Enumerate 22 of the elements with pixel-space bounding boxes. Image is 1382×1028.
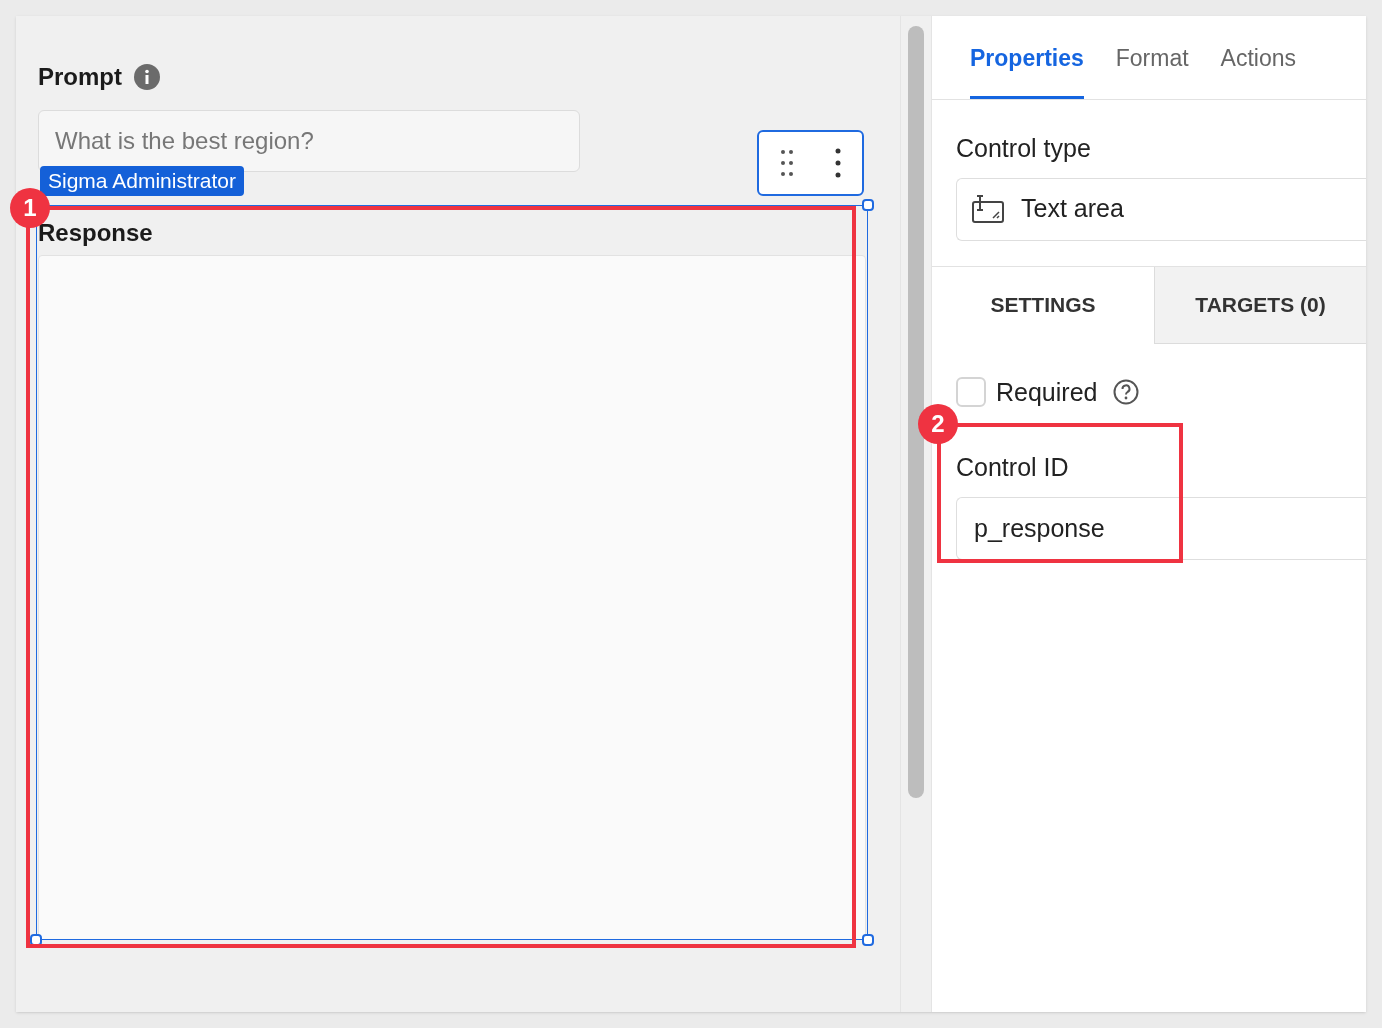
required-checkbox[interactable] [956, 377, 986, 408]
settings-tab[interactable]: TARGETS (0) [1154, 266, 1366, 344]
scrollbar-thumb[interactable] [908, 26, 924, 798]
panel-tab[interactable]: Properties [970, 16, 1084, 99]
panel-tab[interactable]: Actions [1220, 16, 1297, 99]
control-type-label: Control type [956, 133, 1092, 164]
control-id-label: Control ID [956, 452, 1070, 483]
prompt-field[interactable]: What is the best region? [38, 110, 580, 172]
prompt-label: Prompt [38, 62, 122, 92]
user-tag: Sigma Administrator [40, 166, 244, 196]
help-icon[interactable] [1113, 379, 1140, 406]
resize-handle[interactable] [862, 199, 874, 211]
control-id-field[interactable]: p_response [956, 496, 1366, 560]
drag-handle-icon[interactable] [779, 148, 794, 178]
resize-handle[interactable] [862, 934, 874, 946]
info-icon [134, 64, 160, 90]
control-type-dropdown[interactable]: Text area [956, 177, 1366, 241]
more-options-icon[interactable] [835, 148, 842, 178]
panel-tab[interactable]: Format [1115, 16, 1189, 99]
text-area-icon [971, 194, 1005, 224]
control-type-value: Text area [1021, 193, 1124, 225]
required-label: Required [996, 376, 1098, 408]
